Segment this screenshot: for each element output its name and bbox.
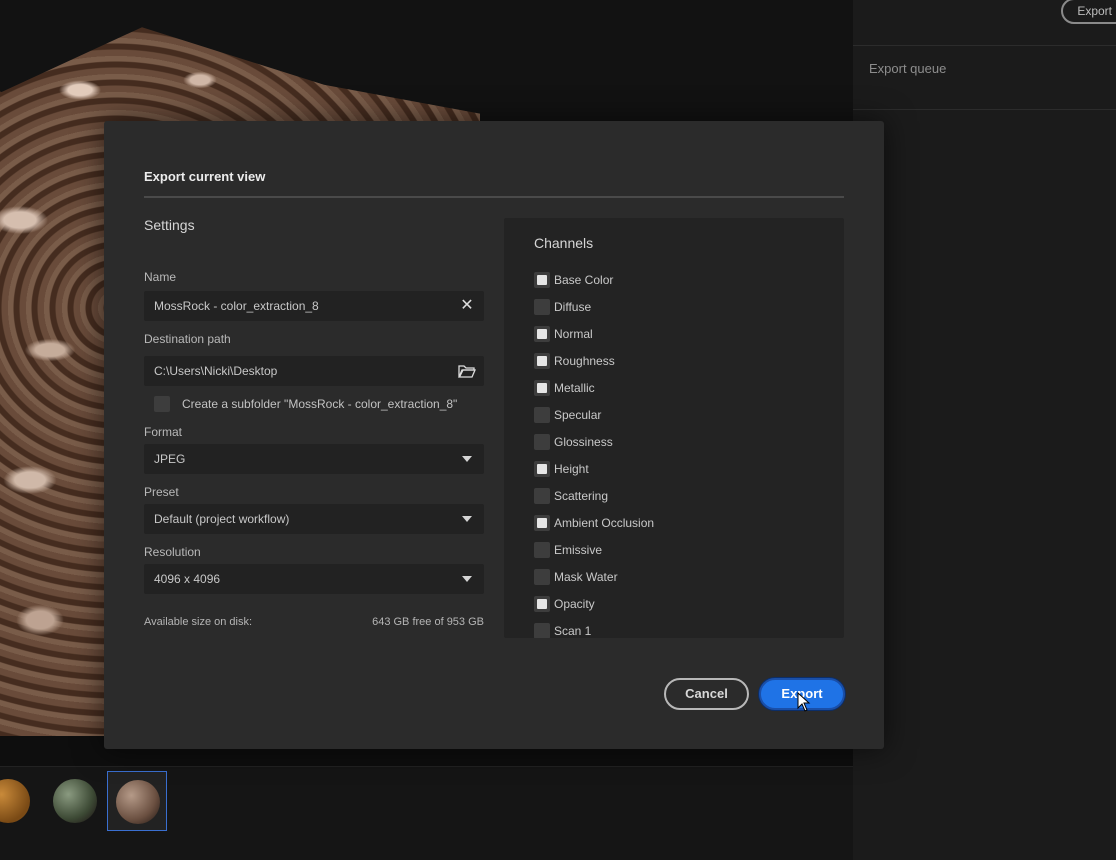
channel-checkbox[interactable]: [534, 515, 550, 531]
channel-checkbox[interactable]: [534, 488, 550, 504]
channel-item[interactable]: Roughness: [534, 353, 615, 369]
channel-item[interactable]: Scattering: [534, 488, 608, 504]
available-label: Available size on disk:: [144, 616, 253, 628]
channel-item[interactable]: Normal: [534, 326, 593, 342]
material-thumbnail-strip: [0, 766, 853, 860]
destination-label: Destination path: [144, 332, 231, 346]
right-panel: Export Export queue: [853, 0, 1116, 860]
cancel-button[interactable]: Cancel: [664, 678, 749, 710]
export-queue-label: Export queue: [853, 46, 1116, 110]
channel-checkbox[interactable]: [534, 353, 550, 369]
available-value: 643 GB free of 953 GB: [372, 616, 484, 628]
format-value: JPEG: [154, 452, 186, 466]
channel-checkbox[interactable]: [534, 596, 550, 612]
name-value: MossRock - color_extraction_8: [154, 299, 319, 313]
format-select[interactable]: JPEG: [144, 444, 484, 474]
channel-label: Metallic: [554, 381, 595, 395]
subfolder-checkbox[interactable]: [154, 396, 170, 412]
name-label: Name: [144, 270, 177, 284]
channel-label: Scattering: [554, 489, 609, 503]
channel-label: Roughness: [554, 354, 615, 368]
channel-item[interactable]: Opacity: [534, 596, 595, 612]
material-sphere: [53, 779, 97, 823]
channel-label: Ambient Occlusion: [554, 516, 655, 530]
material-thumbnail-selected[interactable]: [107, 771, 167, 831]
channel-label: Opacity: [554, 597, 595, 611]
channel-label: Normal: [554, 327, 593, 341]
channel-item[interactable]: Diffuse: [534, 299, 591, 315]
channels-title: Channels: [534, 235, 594, 251]
chevron-down-icon: [458, 444, 476, 474]
channel-item[interactable]: Base Color: [534, 272, 613, 288]
chevron-down-icon: [458, 564, 476, 594]
channel-item[interactable]: Metallic: [534, 380, 595, 396]
channel-checkbox[interactable]: [534, 407, 550, 423]
clear-icon[interactable]: ✕: [458, 291, 476, 321]
preset-value: Default (project workflow): [154, 512, 290, 526]
available-disk-size: Available size on disk: 643 GB free of 9…: [144, 616, 484, 628]
material-thumbnail[interactable]: [0, 771, 38, 831]
channel-checkbox[interactable]: [534, 569, 550, 585]
resolution-value: 4096 x 4096: [154, 572, 221, 586]
channel-item[interactable]: Glossiness: [534, 434, 613, 450]
right-panel-header: Export: [853, 0, 1116, 46]
chevron-down-icon: [458, 504, 476, 534]
export-dialog: Export current view Settings Name MossRo…: [104, 121, 884, 749]
channels-panel: Channels Base Color Diffuse Normal Roughnes…: [504, 218, 844, 638]
channel-checkbox[interactable]: [534, 623, 550, 638]
name-field[interactable]: MossRock - color_extraction_8 ✕: [144, 291, 484, 321]
channel-label: Emissive: [554, 543, 603, 557]
channel-checkbox[interactable]: [534, 380, 550, 396]
settings-title: Settings: [144, 217, 195, 233]
material-sphere: [0, 779, 30, 823]
channel-checkbox[interactable]: [534, 326, 550, 342]
preset-select[interactable]: Default (project workflow): [144, 504, 484, 534]
channel-label: Diffuse: [554, 300, 592, 314]
preset-label: Preset: [144, 485, 179, 499]
panel-export-button[interactable]: Export: [1061, 0, 1116, 24]
channel-label: Specular: [554, 408, 602, 422]
material-thumbnail[interactable]: [45, 771, 105, 831]
subfolder-label: Create a subfolder "MossRock - color_ext…: [182, 397, 458, 411]
channel-checkbox[interactable]: [534, 461, 550, 477]
material-sphere: [116, 780, 160, 824]
channel-item[interactable]: Emissive: [534, 542, 602, 558]
channel-label: Mask Water: [554, 570, 618, 584]
channel-item[interactable]: Height: [534, 461, 589, 477]
title-divider: [144, 196, 844, 198]
channel-checkbox[interactable]: [534, 542, 550, 558]
channel-label: Height: [554, 462, 589, 476]
destination-path-field[interactable]: C:\Users\Nicki\Desktop: [144, 356, 484, 386]
folder-icon[interactable]: [458, 356, 476, 386]
channel-label: Base Color: [554, 273, 614, 287]
channel-label: Glossiness: [554, 435, 613, 449]
channel-checkbox[interactable]: [534, 272, 550, 288]
channel-item[interactable]: Mask Water: [534, 569, 618, 585]
resolution-label: Resolution: [144, 545, 201, 559]
channel-checkbox[interactable]: [534, 299, 550, 315]
dialog-title: Export current view: [144, 169, 266, 184]
channel-label: Scan 1: [554, 624, 592, 638]
channel-item[interactable]: Scan 1: [534, 623, 591, 638]
channel-item[interactable]: Specular: [534, 407, 601, 423]
channel-item[interactable]: Ambient Occlusion: [534, 515, 654, 531]
format-label: Format: [144, 425, 183, 439]
channel-checkbox[interactable]: [534, 434, 550, 450]
destination-value: C:\Users\Nicki\Desktop: [154, 364, 278, 378]
resolution-select[interactable]: 4096 x 4096: [144, 564, 484, 594]
